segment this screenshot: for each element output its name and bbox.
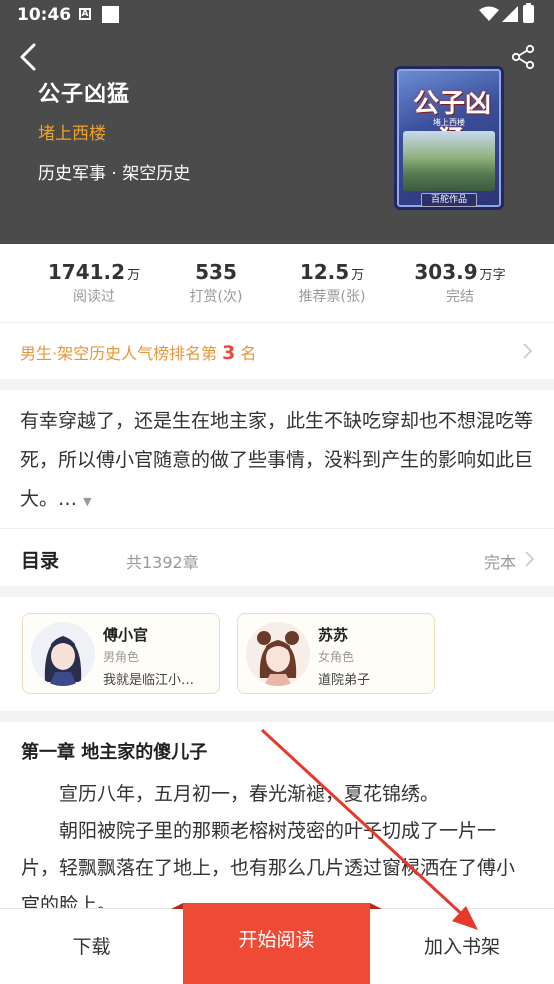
stat-value: 535 xyxy=(195,260,237,284)
character-avatar xyxy=(31,622,95,686)
stat-value: 1741.2 xyxy=(47,260,126,284)
stat-label: 打赏(次) xyxy=(189,289,243,305)
character-card[interactable]: 傅小官 男角色 我就是临江小… xyxy=(22,613,220,694)
stat-label: 推荐票(张) xyxy=(298,289,366,305)
notification-square-icon xyxy=(102,6,119,23)
ranking-text: 男生·架空历史人气榜排名第 3 名 xyxy=(20,340,256,364)
chapter-title: 第一章 地主家的傻儿子 xyxy=(21,742,208,763)
chapter-paragraph: 宣历八年，五月初一，春光渐褪，夏花锦绣。 xyxy=(59,783,440,805)
stat-words: 303.9 万字 完结 xyxy=(408,260,512,306)
section-divider xyxy=(0,711,554,722)
character-description: 我就是临江小… xyxy=(103,673,195,688)
wifi-icon xyxy=(479,6,499,21)
toc-title: 目录 xyxy=(21,550,60,572)
expand-caret-icon[interactable]: ▼ xyxy=(83,495,91,508)
book-author[interactable]: 堵上西楼 xyxy=(38,119,106,144)
character-avatar xyxy=(246,622,310,686)
book-description[interactable]: 有幸穿越了，还是生在地主家，此生不缺吃穿却也不想混吃等死，所以傅小官随意的做了些… xyxy=(20,402,534,521)
cover-illustration xyxy=(403,131,495,191)
character-name: 苏苏 xyxy=(318,626,349,644)
ranking-prefix: 男生·架空历史人气榜排名第 xyxy=(20,344,218,363)
ranking-suffix: 名 xyxy=(240,344,257,363)
section-divider xyxy=(0,586,554,597)
book-title: 公子凶猛 xyxy=(38,82,131,107)
book-cover: 公子凶猛 堵上西楼 百舵作品 xyxy=(394,66,504,210)
start-reading-button[interactable]: 开始阅读 xyxy=(171,903,382,984)
table-of-contents-row[interactable]: 目录 共1392章 完本 xyxy=(0,528,554,586)
share-icon[interactable] xyxy=(510,44,536,70)
battery-icon xyxy=(523,3,534,23)
stat-tips: 535 打赏(次) xyxy=(174,260,258,306)
cover-author: 堵上西楼 xyxy=(433,118,465,127)
chapter-count: 共1392章 xyxy=(126,553,199,572)
stat-label: 阅读过 xyxy=(73,289,115,305)
book-header: 10:46 A 公子凶猛 堵上西楼 历史军事 · 架空历史 公子凶猛 堵上西楼 … xyxy=(0,0,554,244)
character-role: 男角色 xyxy=(103,650,140,664)
notification-icon: A xyxy=(79,8,91,20)
chapter-preview[interactable]: 宣历八年，五月初一，春光渐褪，夏花锦绣。 朝阳被院子里的那颗老榕树茂密的叶子切成… xyxy=(21,776,533,908)
character-card[interactable]: 苏苏 女角色 道院弟子 xyxy=(237,613,435,694)
status-bar: 10:46 A xyxy=(0,0,554,32)
character-description: 道院弟子 xyxy=(318,673,371,688)
ranking-number: 3 xyxy=(222,342,236,364)
book-stats: 1741.2 万 阅读过 535 打赏(次) 12.5 万 推荐票(张) 303.9… xyxy=(0,244,554,322)
cover-badge: 百舵作品 xyxy=(421,193,477,207)
chapter-paragraph: 朝阳被院子里的那颗老榕树茂密的叶子切成了一片一片，轻飘飘落在了地上，也有那么几片… xyxy=(21,820,516,908)
signal-icon xyxy=(502,6,518,22)
character-name: 傅小官 xyxy=(103,626,149,644)
stat-reads: 1741.2 万 阅读过 xyxy=(46,260,142,306)
character-role: 女角色 xyxy=(318,650,355,664)
chevron-right-icon xyxy=(525,551,535,567)
download-button[interactable]: 下载 xyxy=(0,909,183,984)
bottom-action-bar: 下载 开始阅读 加入书架 xyxy=(0,903,554,984)
stat-label: 完结 xyxy=(446,289,474,305)
chevron-right-icon xyxy=(523,343,533,359)
stat-value: 12.5 xyxy=(299,260,350,284)
stat-unit: 万 xyxy=(351,268,365,283)
stat-unit: 万字 xyxy=(479,268,506,283)
add-to-bookshelf-button[interactable]: 加入书架 xyxy=(370,909,554,984)
section-divider xyxy=(0,379,554,390)
ranking-row[interactable]: 男生·架空历史人气榜排名第 3 名 xyxy=(0,322,554,378)
stat-votes: 12.5 万 推荐票(张) xyxy=(288,260,376,306)
description-text: 有幸穿越了，还是生在地主家，此生不缺吃穿却也不想混吃等死，所以傅小官随意的做了些… xyxy=(20,410,534,510)
back-arrow-icon[interactable] xyxy=(14,41,42,73)
completion-status: 完本 xyxy=(484,553,517,572)
stat-value: 303.9 xyxy=(414,260,478,284)
stat-unit: 万 xyxy=(127,268,141,283)
book-category: 历史军事 · 架空历史 xyxy=(38,164,191,184)
status-time: 10:46 xyxy=(17,5,72,25)
